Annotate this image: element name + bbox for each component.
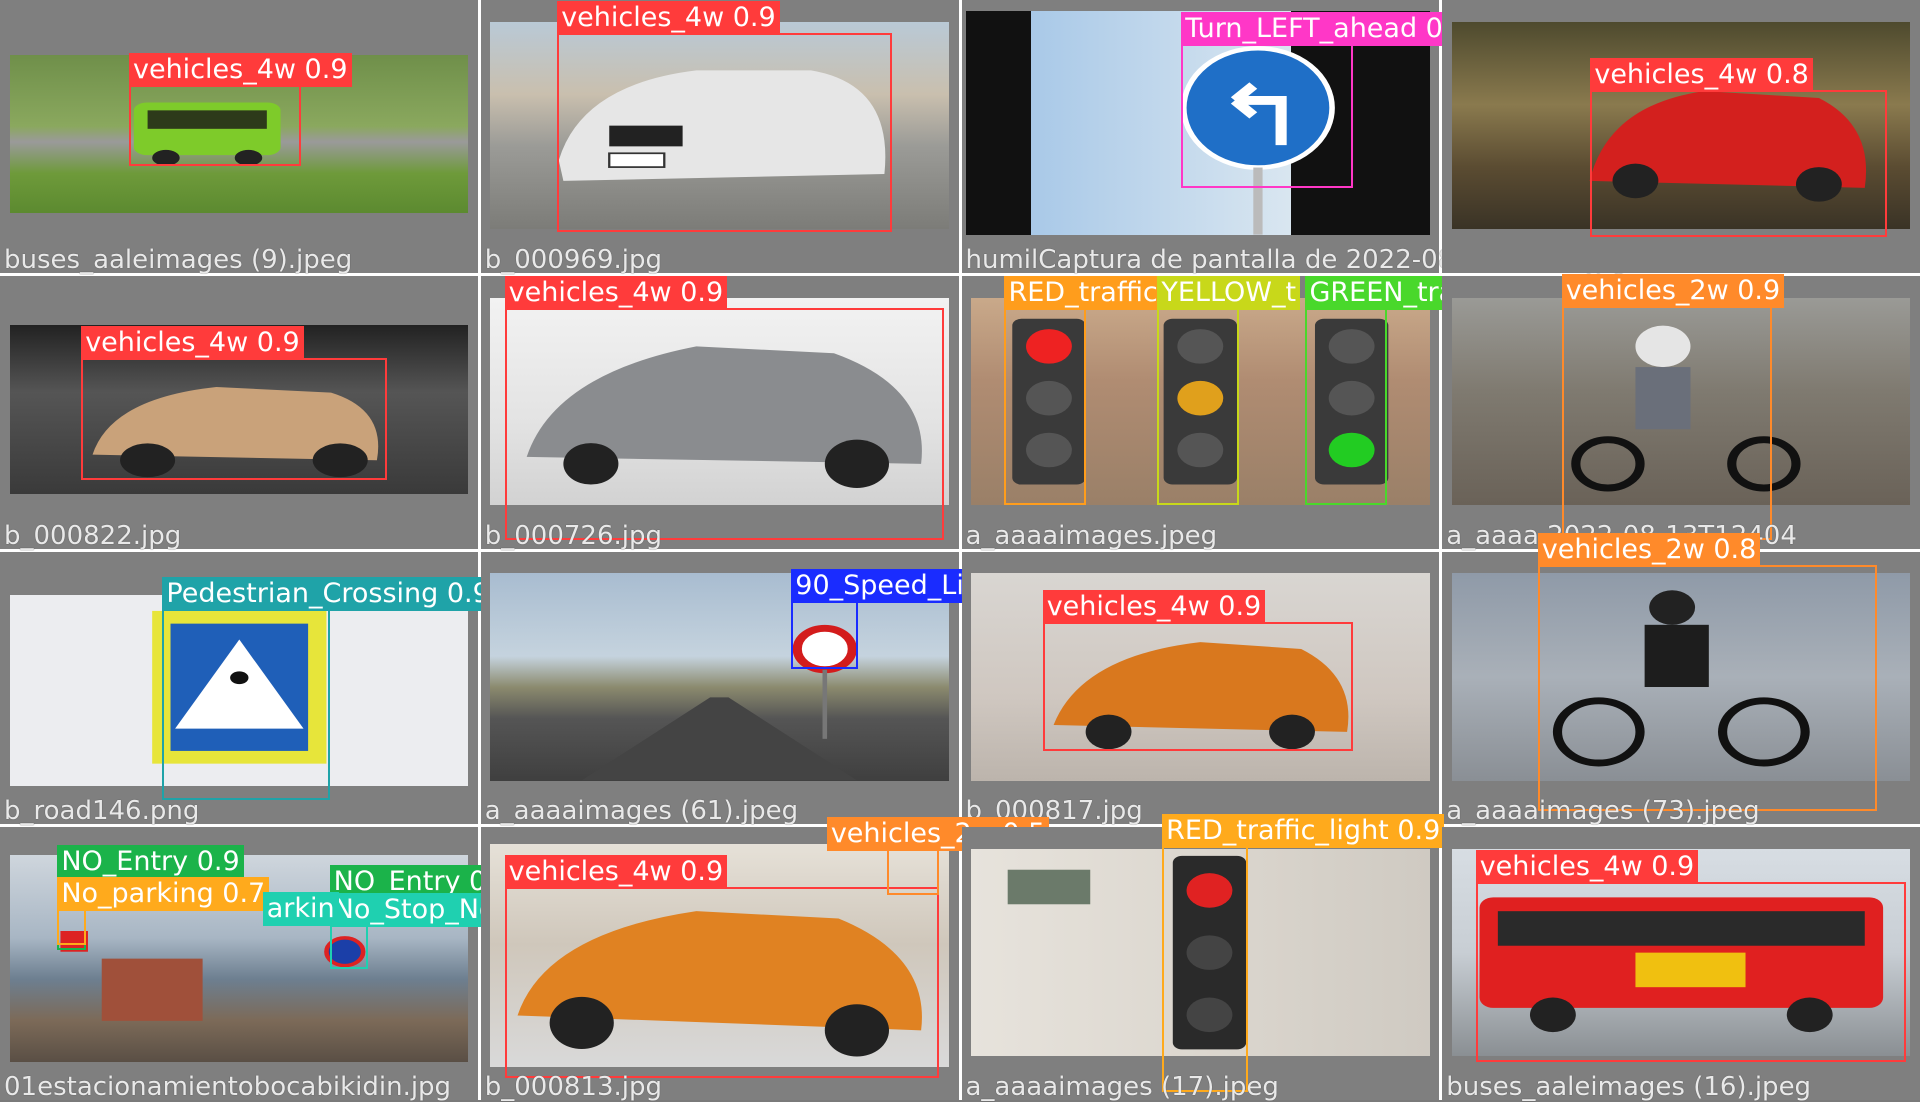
file-name: b_000726.jpg [484,520,663,551]
tile-4[interactable]: vehicles_4w 0.8 [1442,0,1920,273]
file-name: b_000813.jpg [484,1072,663,1102]
file-name: a_aaaaimages (61).jpeg [484,796,799,827]
tile-16[interactable]: vehicles_4w 0.9 buses_aaleimages (16).jp… [1442,827,1920,1102]
photo-no-entry [9,854,469,1062]
tile-5[interactable]: vehicles_4w 0.9 b_000822.jpg [0,275,478,551]
tile-11[interactable]: vehicles_4w 0.9 b_000817.jpg [961,551,1440,827]
photo-car-white [490,21,949,230]
photo-kid-bike [1451,297,1911,505]
file-name: a_aaaaimages (73).jpeg [1446,796,1760,827]
tile-14[interactable]: vehicles_4w 0.9 vehicles_2w 0.5 b_000813… [480,817,1050,1102]
photo-car-red [1451,21,1911,230]
photo-car-orange2 [490,843,949,1068]
detection-mosaic: vehicles_4w 0.9 buses_aaleimages (9).jpe… [0,0,1920,1102]
tile-15[interactable]: RED_traffic_light 0.9 a_aaaaimages (17).… [961,814,1445,1102]
photo-cyclist [1451,573,1911,781]
photo-red-bus [1451,849,1911,1057]
file-name: buses_aaleimages (16).jpeg [1446,1072,1812,1102]
tile-9[interactable]: Pedestrian_Crossing 0.9 b_road146.png [0,551,494,827]
file-name: b_road146.png [4,796,200,827]
file-name: a_aaaaimages (17).jpeg [965,1072,1279,1102]
tile-7[interactable]: RED_traffic YELLOW_t GREEN_traffic_ligh … [961,275,1563,551]
photo-speed-sign [490,573,949,781]
photo-red-light [971,849,1430,1057]
tile-8[interactable]: vehicles_2w 0.9 a_aaaa 2022-08-13T12404 [1442,273,1920,551]
file-name: b_000822.jpg [4,520,182,551]
photo-car-gold [9,324,469,494]
file-name: buses_aaleimages (9).jpeg [4,244,353,275]
photo-traffic-lights [971,297,1430,505]
file-name: b_000969.jpg [484,244,663,275]
tile-10[interactable]: 90_Speed_Limit 0.9 a_aaaaimages (61).jpe… [480,551,1064,827]
tile-3[interactable]: Turn_LEFT_ahead 0.9 humilCaptura de pant… [961,0,1628,275]
tile-6[interactable]: vehicles_4w 0.9 b_000726.jpg [480,275,959,551]
photo-bus [9,54,469,213]
photo-car-orange [971,573,1430,781]
file-name: a_aaaa 2022-08-13T12404 [1446,520,1797,551]
tile-2[interactable]: vehicles_4w 0.9 b_000969.jpg [480,0,959,275]
file-name: a_aaaaimages.jpeg [965,520,1218,551]
file-name: b_000817.jpg [965,796,1143,827]
photo-car-silver [490,297,949,505]
file-name: 01estacionamientobocabikidin.jpg [4,1072,452,1102]
tile-1[interactable]: vehicles_4w 0.9 buses_aaleimages (9).jpe… [0,0,478,275]
photo-turn-sign [966,10,1430,235]
tile-13[interactable]: NO_Entry 0.9 No_parking 0.7 NO_Entry 0.9… [0,827,667,1102]
photo-ped-sign [9,595,469,787]
tile-12[interactable]: vehicles_2w 0.8 a_aaaaimages (73).jpeg [1442,533,1920,827]
